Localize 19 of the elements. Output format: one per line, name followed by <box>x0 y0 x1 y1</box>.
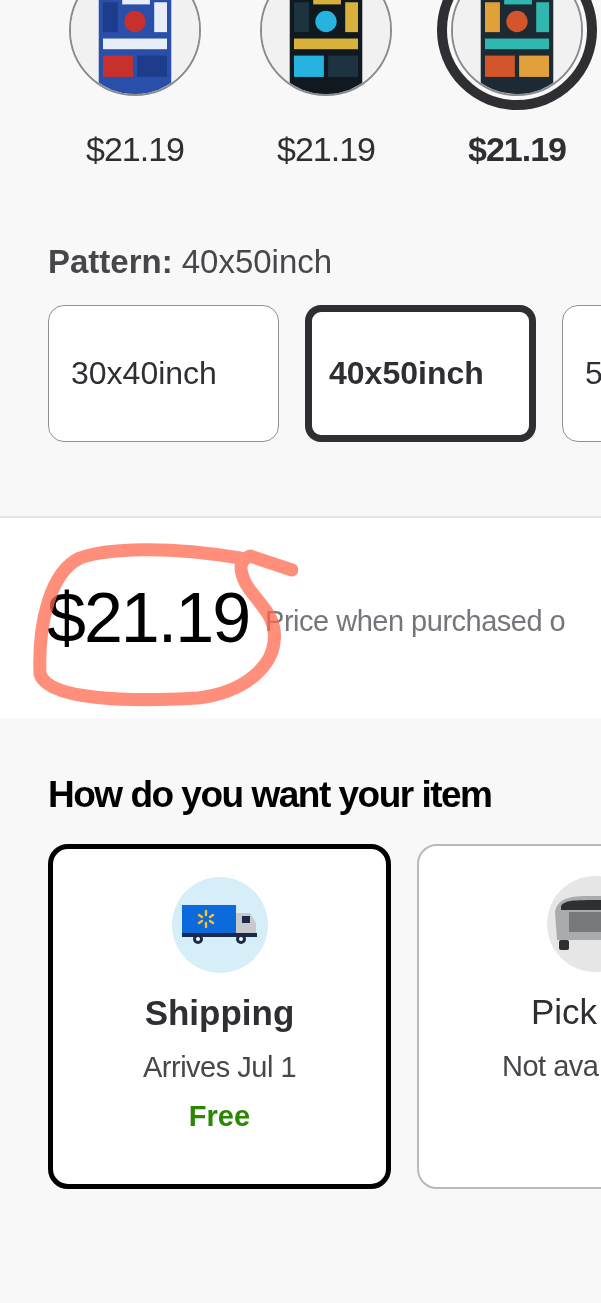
section-heading: How do you want your item <box>48 774 493 816</box>
option-title: Pick <box>531 992 598 1032</box>
price: $21.19 <box>47 578 250 658</box>
size-option[interactable]: 5 <box>562 305 601 442</box>
swatch-price: $21.19 <box>86 130 184 169</box>
swatch-price: $21.19 <box>468 130 566 169</box>
option-title: Shipping <box>144 993 295 1033</box>
option-price: Free <box>188 1100 251 1133</box>
truck-icon <box>171 877 268 973</box>
pattern-label: Pattern: <box>48 243 173 281</box>
size-option[interactable]: 30x40inch <box>48 305 279 442</box>
size-option[interactable]: 40x50inch <box>305 305 536 442</box>
swatch-price: $21.19 <box>277 130 375 169</box>
pattern-value: 40x50inch <box>181 243 333 281</box>
option-subtitle: Not ava <box>502 1050 599 1083</box>
option-subtitle: Arrives Jul 1 <box>142 1051 296 1084</box>
car-icon <box>547 876 601 972</box>
fulfillment-option[interactable]: Pick Not ava <box>417 844 601 1189</box>
fulfillment-option[interactable]: Shipping Arrives Jul 1 Free <box>48 844 391 1189</box>
